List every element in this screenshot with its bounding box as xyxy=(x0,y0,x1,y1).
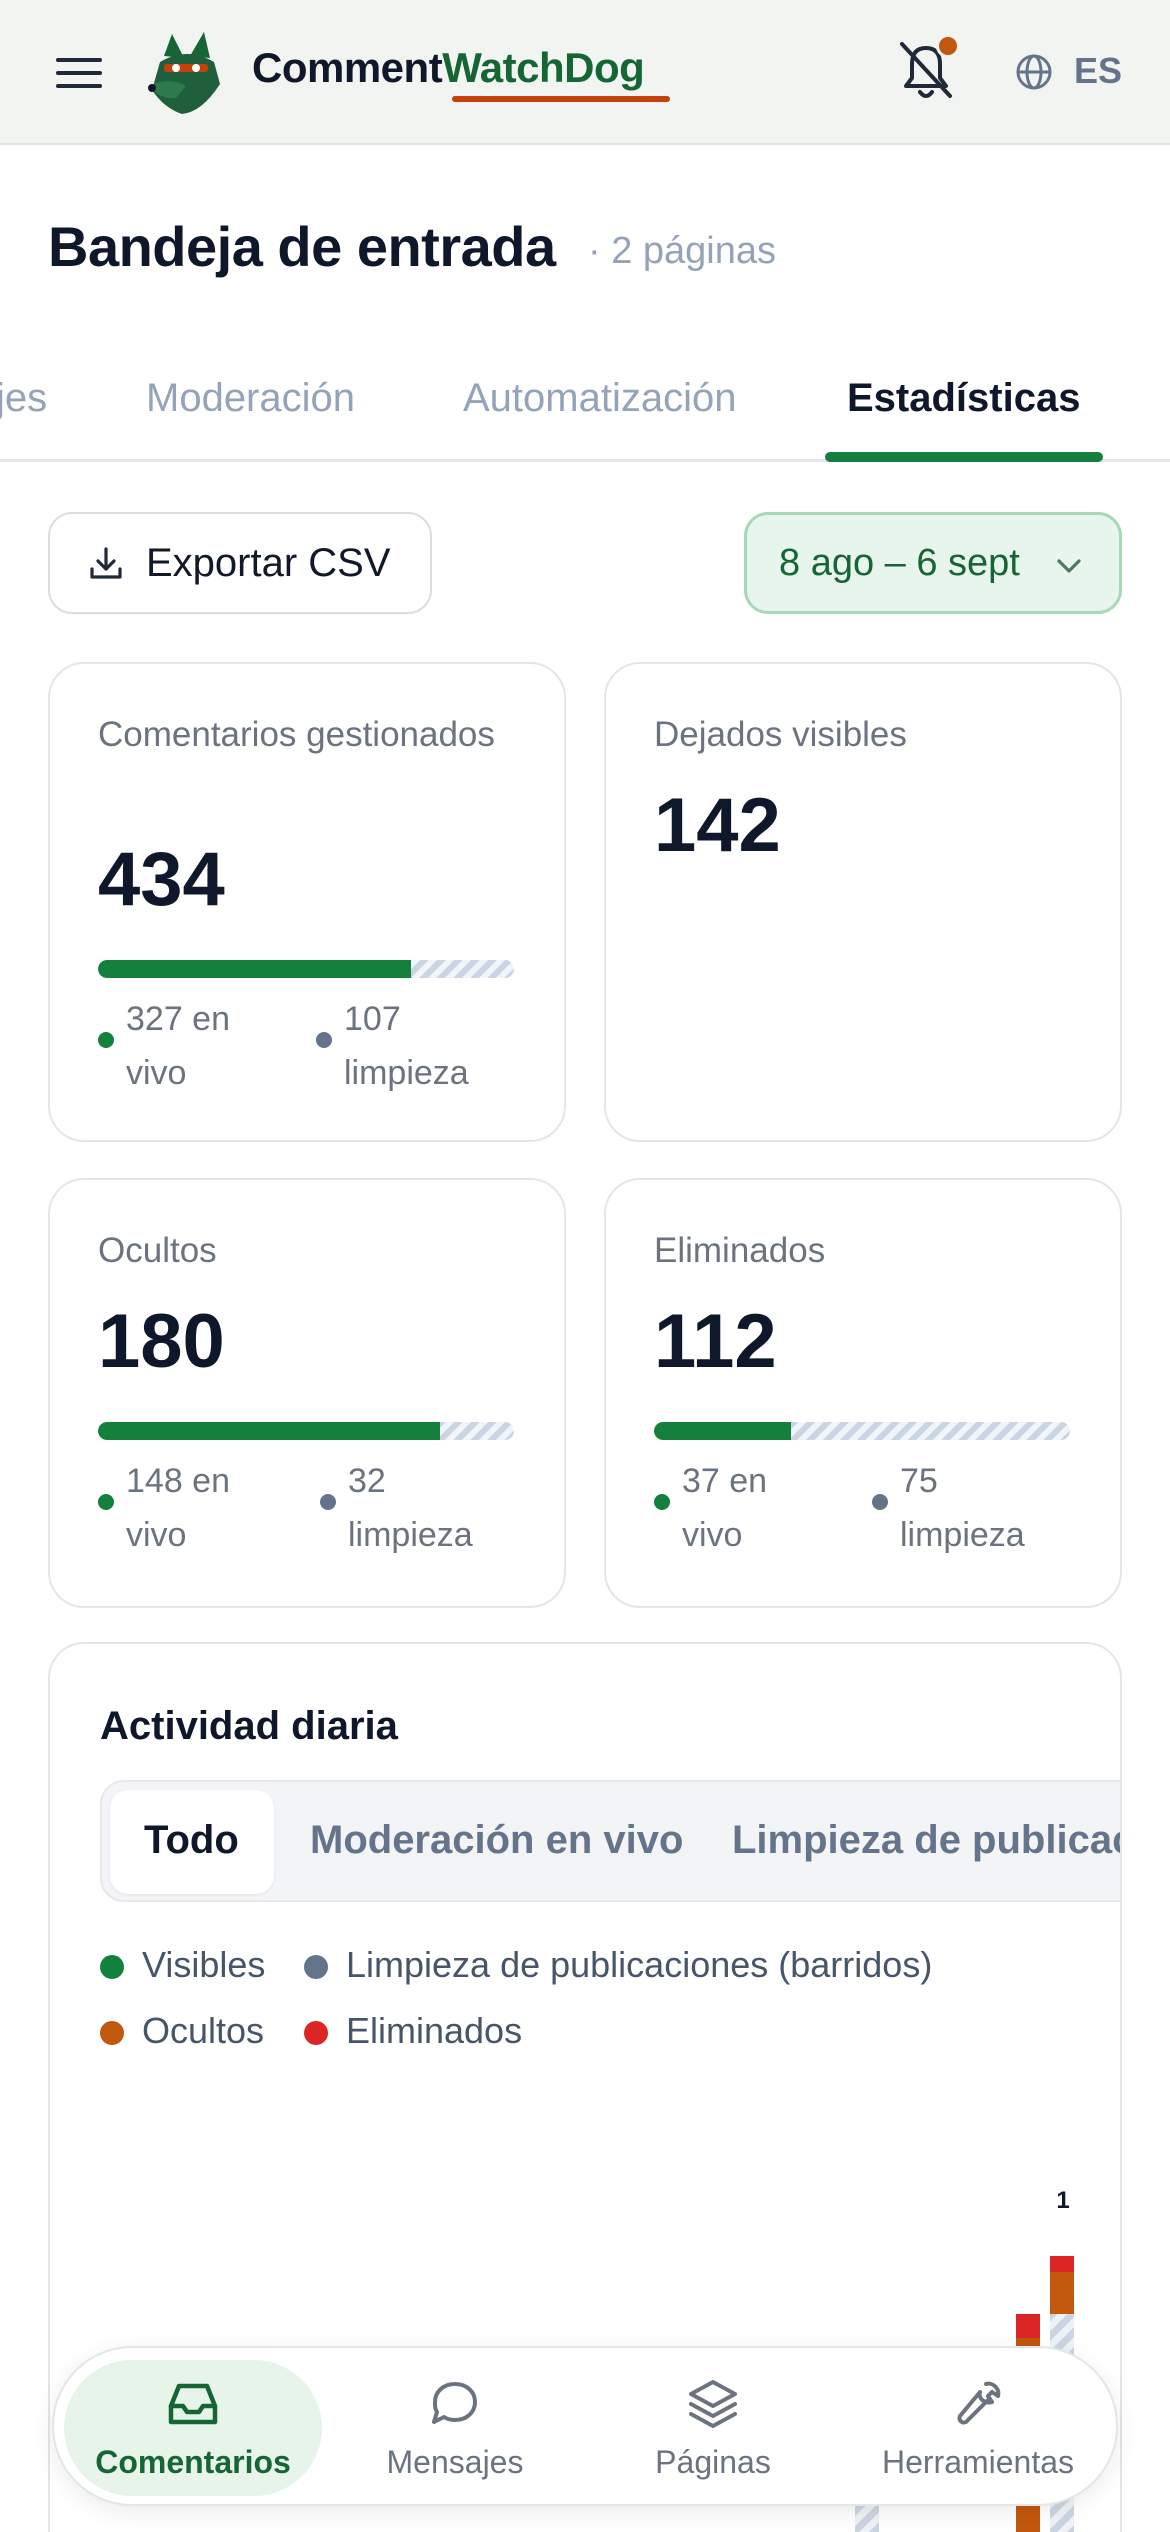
stat-label: Dejados visibles xyxy=(654,715,907,754)
nav-herramientas[interactable]: Herramientas xyxy=(846,2348,1110,2508)
cleanup-dot xyxy=(316,1032,332,1048)
stat-live-text: 148 en vivo xyxy=(126,1462,230,1554)
stat-progress-fill xyxy=(654,1422,792,1440)
globe-icon[interactable] xyxy=(1014,52,1054,92)
active-tab-indicator xyxy=(825,452,1103,462)
legend-label: Limpieza de publicaciones (barridos) xyxy=(346,1944,933,1985)
wrench-icon xyxy=(957,2381,1001,2425)
legend-dot xyxy=(100,1955,124,1979)
stat-progress-bar xyxy=(98,1422,514,1440)
tab-mensajes[interactable]: jes xyxy=(0,376,47,421)
nav-comentarios[interactable]: Comentarios xyxy=(64,2348,322,2508)
chevron-down-icon xyxy=(1057,559,1081,573)
stat-live-legend: 327 en vivo xyxy=(98,992,266,1100)
brand-part-1: Comment xyxy=(252,44,443,91)
stat-cleanup-legend: 107 limpieza xyxy=(316,992,504,1100)
stat-card-visible: Dejados visibles 142 xyxy=(604,662,1122,1142)
page-title: Bandeja de entrada xyxy=(48,215,556,278)
stat-progress-bar xyxy=(654,1422,1070,1440)
language-selector[interactable]: ES xyxy=(1074,50,1122,92)
segment-moderacion-en-vivo[interactable]: Moderación en vivo xyxy=(310,1818,683,1863)
live-dot xyxy=(654,1494,670,1510)
stat-live-text: 327 en vivo xyxy=(126,1000,230,1092)
stat-live-legend: 37 en vivo xyxy=(654,1454,822,1562)
stat-card-total: Comentarios gestionados 434 327 en vivo … xyxy=(48,662,566,1142)
cleanup-dot xyxy=(872,1494,888,1510)
stat-card-deleted: Eliminados 112 37 en vivo 75 limpieza xyxy=(604,1178,1122,1608)
stat-live-legend: 148 en vivo xyxy=(98,1454,266,1562)
chat-bubble-icon xyxy=(432,2382,477,2424)
legend-visibles: Visibles xyxy=(100,1944,265,1986)
nav-label: Comentarios xyxy=(95,2444,291,2480)
download-icon xyxy=(90,547,122,579)
live-dot xyxy=(98,1494,114,1510)
legend-label: Eliminados xyxy=(346,2010,523,2051)
stat-label: Ocultos xyxy=(98,1231,217,1270)
stat-value: 434 xyxy=(98,837,225,922)
legend-limpieza: Limpieza de publicaciones (barridos) xyxy=(304,1944,932,1986)
stat-cleanup-text: 107 limpieza xyxy=(344,1000,469,1092)
stat-value: 180 xyxy=(98,1299,225,1384)
legend-ocultos: Ocultos xyxy=(100,2010,264,2052)
activity-filter-segmented-control: Todo Moderación en vivo Limpieza de publ… xyxy=(100,1780,1120,1902)
stat-live-text: 37 en vivo xyxy=(682,1462,768,1554)
inbox-icon xyxy=(168,2383,218,2425)
chart-data-label: 4 xyxy=(1021,2241,1035,2268)
brand-underline xyxy=(452,96,670,102)
tab-bar: jes Moderación Automatización Estadístic… xyxy=(0,360,1170,462)
segment-todo[interactable]: Todo xyxy=(144,1818,239,1863)
stat-cleanup-text: 32 limpieza xyxy=(348,1462,473,1554)
stat-card-hidden: Ocultos 180 148 en vivo 32 limpieza xyxy=(48,1178,566,1608)
chart-data-label: 1 xyxy=(1056,2187,1069,2214)
chart-bar-segment xyxy=(1050,2272,1074,2314)
legend-eliminados: Eliminados xyxy=(304,2010,522,2052)
activity-title: Actividad diaria xyxy=(100,1704,398,1748)
legend-label: Ocultos xyxy=(142,2010,265,2051)
notification-dot xyxy=(936,34,960,58)
legend-dot xyxy=(304,1955,328,1979)
stat-progress-fill xyxy=(98,960,412,978)
stat-progress-bar xyxy=(98,960,514,978)
chart-bar-segment xyxy=(1016,2314,1040,2338)
bottom-navigation: Comentarios Mensajes Páginas Herramienta… xyxy=(52,2346,1118,2506)
nav-label: Páginas xyxy=(655,2444,771,2480)
nav-label: Mensajes xyxy=(386,2444,524,2480)
tab-moderacion[interactable]: Moderación xyxy=(146,376,355,421)
tab-estadisticas[interactable]: Estadísticas xyxy=(847,376,1080,421)
date-range-selector[interactable]: 8 ago – 6 sept xyxy=(744,512,1122,614)
nav-paginas[interactable]: Páginas xyxy=(588,2348,838,2508)
segment-limpieza[interactable]: Limpieza de publicacion xyxy=(732,1818,1120,1863)
nav-mensajes[interactable]: Mensajes xyxy=(330,2348,580,2508)
live-dot xyxy=(98,1032,114,1048)
top-bar: CommentWatchDog ES xyxy=(0,0,1170,145)
date-range-label: 8 ago – 6 sept xyxy=(779,541,1020,584)
legend-dot xyxy=(100,2021,124,2045)
page-count: · 2 páginas xyxy=(588,230,777,272)
nav-label: Herramientas xyxy=(881,2444,1075,2480)
dog-logo-icon[interactable] xyxy=(142,28,232,116)
export-csv-label: Exportar CSV xyxy=(146,540,391,585)
layers-icon xyxy=(689,2380,737,2428)
brand-part-2: WatchDog xyxy=(442,44,645,91)
stat-cleanup-legend: 32 limpieza xyxy=(320,1454,508,1562)
stat-value: 142 xyxy=(654,783,781,868)
export-csv-button[interactable]: Exportar CSV xyxy=(48,512,432,614)
cleanup-dot xyxy=(320,1494,336,1510)
stat-label: Eliminados xyxy=(654,1231,826,1270)
legend-label: Visibles xyxy=(142,1944,266,1985)
stat-cleanup-text: 75 limpieza xyxy=(900,1462,1025,1554)
tab-automatizacion[interactable]: Automatización xyxy=(463,376,736,421)
stat-cleanup-legend: 75 limpieza xyxy=(872,1454,1060,1562)
legend-dot xyxy=(304,2021,328,2045)
hamburger-icon[interactable] xyxy=(56,58,102,88)
chart-bar-segment xyxy=(1050,2256,1074,2272)
stat-value: 112 xyxy=(654,1299,777,1384)
stat-label: Comentarios gestionados xyxy=(98,715,495,754)
brand-name[interactable]: CommentWatchDog xyxy=(252,44,645,92)
stat-progress-fill xyxy=(98,1422,440,1440)
